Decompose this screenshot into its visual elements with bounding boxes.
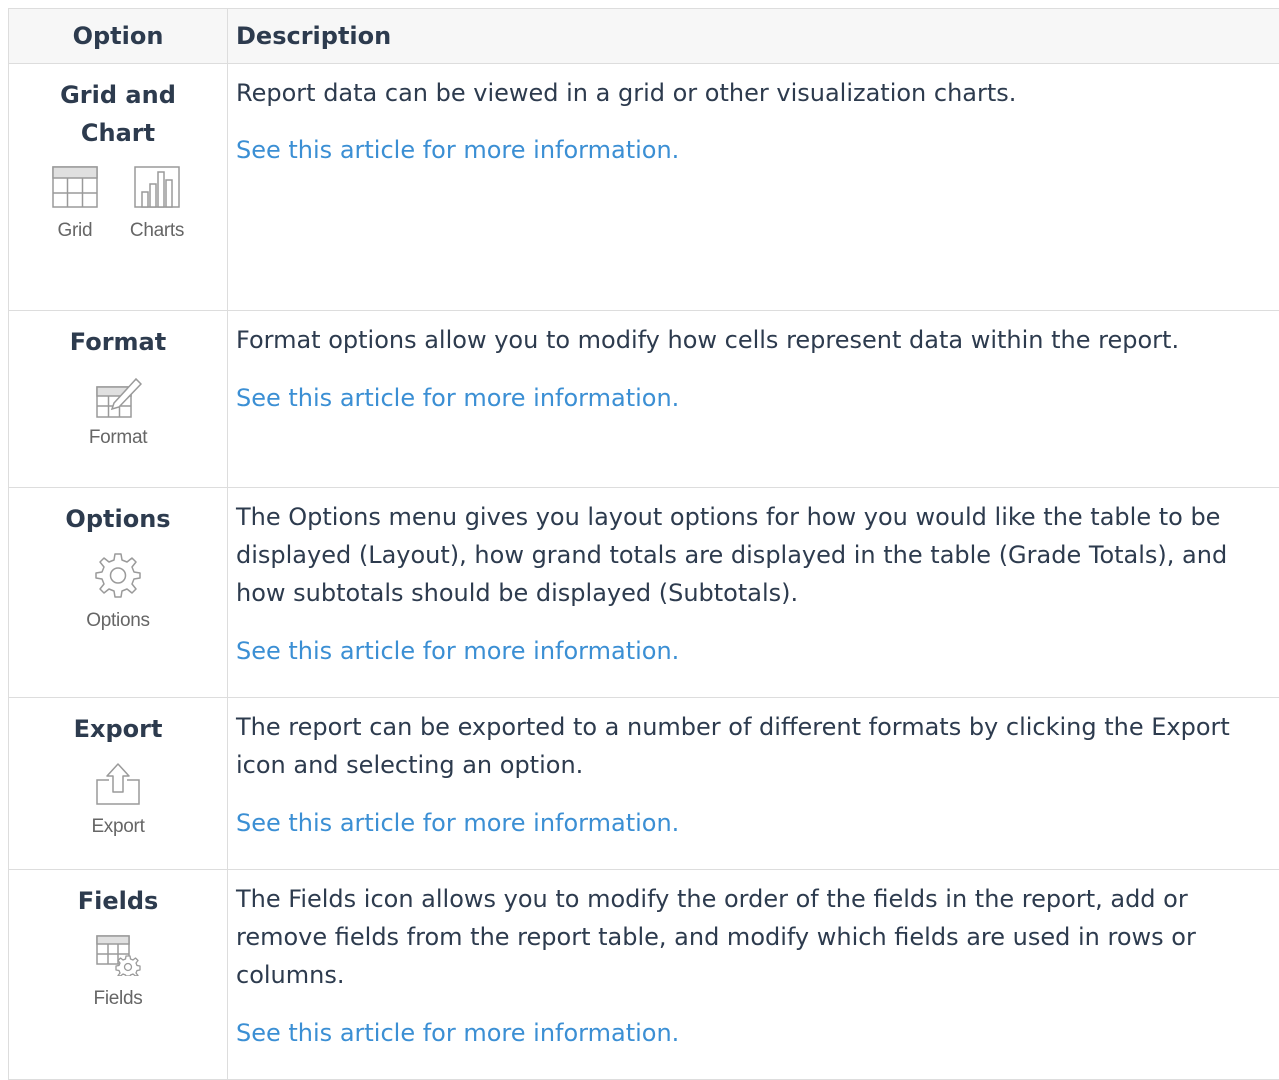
article-link[interactable]: See this article for more information. bbox=[236, 131, 1271, 169]
grid-icon bbox=[52, 166, 98, 208]
option-title: Export bbox=[9, 710, 227, 748]
table-row: Format Format Format options allow you t… bbox=[9, 311, 1279, 488]
header-description: Description bbox=[228, 9, 1279, 64]
article-link[interactable]: See this article for more information. bbox=[236, 1014, 1271, 1052]
table-header-row: Option Description bbox=[9, 9, 1279, 64]
options-table: Option Description Grid and Chart bbox=[8, 8, 1279, 1080]
article-link[interactable]: See this article for more information. bbox=[236, 804, 1271, 842]
description-text: Report data can be viewed in a grid or o… bbox=[236, 74, 1271, 112]
option-cell: Fields Fields bbox=[9, 870, 228, 1080]
table-row: Fields Fields The Fields icon allows bbox=[9, 870, 1279, 1080]
description-cell: The Fields icon allows you to modify the… bbox=[228, 870, 1279, 1080]
table-row: Grid and Chart Grid bbox=[9, 64, 1279, 311]
description-cell: Report data can be viewed in a grid or o… bbox=[228, 64, 1279, 311]
fields-toolbar-button[interactable]: Fields bbox=[9, 934, 227, 1010]
description-text: The Options menu gives you layout option… bbox=[236, 498, 1271, 612]
format-icon bbox=[94, 373, 142, 419]
description-cell: Format options allow you to modify how c… bbox=[228, 311, 1279, 488]
description-text: The report can be exported to a number o… bbox=[236, 708, 1271, 784]
grid-toolbar-button[interactable]: Grid bbox=[52, 166, 98, 242]
option-title: Options bbox=[9, 500, 227, 538]
option-title: Fields bbox=[9, 882, 227, 920]
export-label: Export bbox=[91, 816, 144, 838]
format-toolbar-button[interactable]: Format bbox=[9, 373, 227, 449]
header-option: Option bbox=[9, 9, 228, 64]
gear-icon bbox=[95, 552, 141, 598]
description-cell: The report can be exported to a number o… bbox=[228, 698, 1279, 870]
charts-label: Charts bbox=[130, 220, 184, 242]
format-label: Format bbox=[89, 427, 147, 449]
fields-label: Fields bbox=[94, 988, 143, 1010]
export-toolbar-button[interactable]: Export bbox=[9, 762, 227, 838]
option-cell: Format Format bbox=[9, 311, 228, 488]
option-cell: Grid and Chart Grid bbox=[9, 64, 228, 311]
table-row: Export Export The report can be exported… bbox=[9, 698, 1279, 870]
grid-label: Grid bbox=[58, 220, 93, 242]
export-icon bbox=[95, 762, 141, 806]
options-label: Options bbox=[86, 610, 149, 632]
options-toolbar-button[interactable]: Options bbox=[9, 552, 227, 632]
option-title: Format bbox=[9, 323, 227, 361]
option-title: Grid and Chart bbox=[9, 76, 227, 152]
description-cell: The Options menu gives you layout option… bbox=[228, 488, 1279, 698]
option-cell: Options Options bbox=[9, 488, 228, 698]
description-text: The Fields icon allows you to modify the… bbox=[236, 880, 1271, 994]
article-link[interactable]: See this article for more information. bbox=[236, 379, 1271, 417]
description-text: Format options allow you to modify how c… bbox=[236, 321, 1271, 359]
option-cell: Export Export bbox=[9, 698, 228, 870]
table-row: Options Options The Options menu gives y… bbox=[9, 488, 1279, 698]
fields-icon bbox=[95, 934, 141, 976]
article-link[interactable]: See this article for more information. bbox=[236, 632, 1271, 670]
charts-toolbar-button[interactable]: Charts bbox=[130, 166, 184, 242]
bar-chart-icon bbox=[134, 166, 180, 208]
